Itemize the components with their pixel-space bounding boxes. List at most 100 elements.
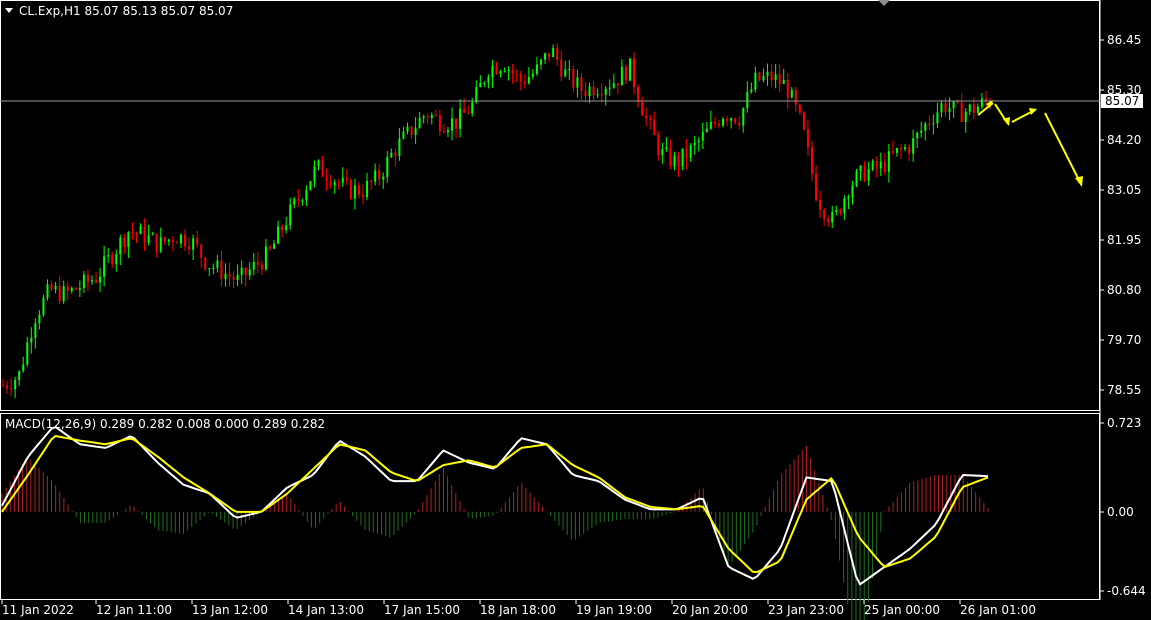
candle-body: [204, 257, 207, 270]
candle-body: [633, 58, 636, 88]
candle-body: [208, 268, 211, 270]
chart-canvas[interactable]: CL.Exp,H1 85.07 85.13 85.07 85.07 86.45 …: [0, 0, 1151, 620]
candle-body: [260, 264, 263, 270]
time-label-2: 12 Jan 11:00: [96, 603, 172, 617]
candle-body: [693, 142, 696, 146]
candle-body: [726, 118, 729, 121]
candle-body: [766, 71, 769, 76]
shift-marker-icon[interactable]: [878, 0, 890, 6]
price-label-6: 80.80: [1107, 283, 1141, 297]
candle-body: [604, 88, 607, 95]
candle-body: [394, 152, 397, 156]
time-label-8: 20 Jan 20:00: [672, 603, 748, 617]
candle-body: [305, 189, 308, 201]
candle-body: [592, 86, 595, 96]
candle-body: [770, 71, 773, 81]
candle-body: [232, 276, 235, 281]
candle-body: [717, 123, 720, 126]
candle-body: [847, 197, 850, 199]
candle-body: [184, 234, 187, 247]
candle-body: [349, 180, 352, 199]
candle-body: [179, 234, 182, 244]
candle-body: [916, 132, 919, 139]
macd-header: MACD(12,26,9) 0.289 0.282 0.008 0.000 0.…: [5, 417, 325, 431]
arrow-head-4: [1075, 176, 1083, 187]
candle-body: [42, 297, 45, 315]
candle-body: [507, 69, 510, 72]
candle-body: [596, 94, 599, 96]
candle-body: [329, 180, 332, 186]
candle-body: [661, 149, 664, 156]
candle-body: [333, 182, 336, 186]
candle-body: [628, 58, 631, 81]
candle-body: [313, 165, 316, 182]
candle-body: [527, 76, 530, 84]
candle-body: [544, 53, 547, 60]
candle-body: [827, 218, 830, 223]
candle-body: [50, 284, 53, 290]
candle-body: [774, 74, 777, 81]
candle-body: [159, 237, 162, 252]
candle-body: [285, 225, 288, 231]
candle-body: [175, 242, 178, 244]
candle-body: [66, 286, 69, 292]
candle-body: [459, 108, 462, 129]
candle-body: [972, 104, 975, 113]
candle-body: [641, 102, 644, 116]
candle-body: [960, 102, 963, 122]
candle-body: [722, 118, 725, 126]
candle-body: [912, 138, 915, 154]
candle-body: [135, 233, 138, 235]
candle-body: [151, 233, 154, 235]
candle-body: [143, 226, 146, 243]
candle-body: [928, 123, 931, 125]
macd-label-top: 0.723: [1107, 416, 1141, 430]
candle-body: [398, 138, 401, 156]
candle-body: [370, 180, 373, 182]
candle-body: [523, 81, 526, 84]
price-label-8: 78.55: [1107, 383, 1141, 397]
candle-body: [446, 130, 449, 133]
forecast-arrows[interactable]: [977, 100, 1083, 187]
candle-body: [123, 237, 126, 247]
candle-body: [268, 246, 271, 249]
candle-body: [163, 237, 166, 242]
candle-body: [127, 232, 130, 247]
candle-body: [54, 286, 57, 290]
candle-body: [811, 147, 814, 174]
candle-body: [786, 79, 789, 98]
candle-body: [317, 160, 320, 166]
arrow-head-3: [1029, 108, 1037, 115]
candle-body: [746, 92, 749, 109]
price-panel-frame: [0, 0, 1100, 411]
candle-body: [871, 161, 874, 170]
candle-body: [256, 262, 259, 265]
arrow-segment-4: [1044, 112, 1081, 183]
current-price-text: 85.07: [1105, 94, 1139, 108]
candle-body: [584, 90, 587, 97]
candle-body: [904, 147, 907, 150]
candle-body: [378, 170, 381, 180]
candle-body: [95, 280, 98, 283]
candle-body: [90, 280, 93, 282]
candle-body: [713, 121, 716, 124]
candle-body: [438, 115, 441, 132]
candle-body: [414, 128, 417, 135]
candle-body: [131, 232, 134, 234]
candle-body: [620, 66, 623, 86]
chart-menu-icon[interactable]: [5, 8, 13, 13]
candle-body: [22, 364, 25, 372]
candle-body: [730, 118, 733, 121]
candle-body: [806, 129, 809, 148]
candle-body: [220, 260, 223, 280]
candle-body: [2, 385, 4, 387]
candle-body: [345, 177, 348, 181]
candle-body: [976, 106, 979, 113]
candle-body: [34, 323, 37, 338]
macd-label-zero: 0.00: [1107, 505, 1134, 519]
time-label-6: 18 Jan 18:00: [480, 603, 556, 617]
candle-body: [503, 71, 506, 73]
candle-body: [790, 90, 793, 98]
candle-body: [119, 237, 122, 255]
candle-body: [932, 123, 935, 125]
